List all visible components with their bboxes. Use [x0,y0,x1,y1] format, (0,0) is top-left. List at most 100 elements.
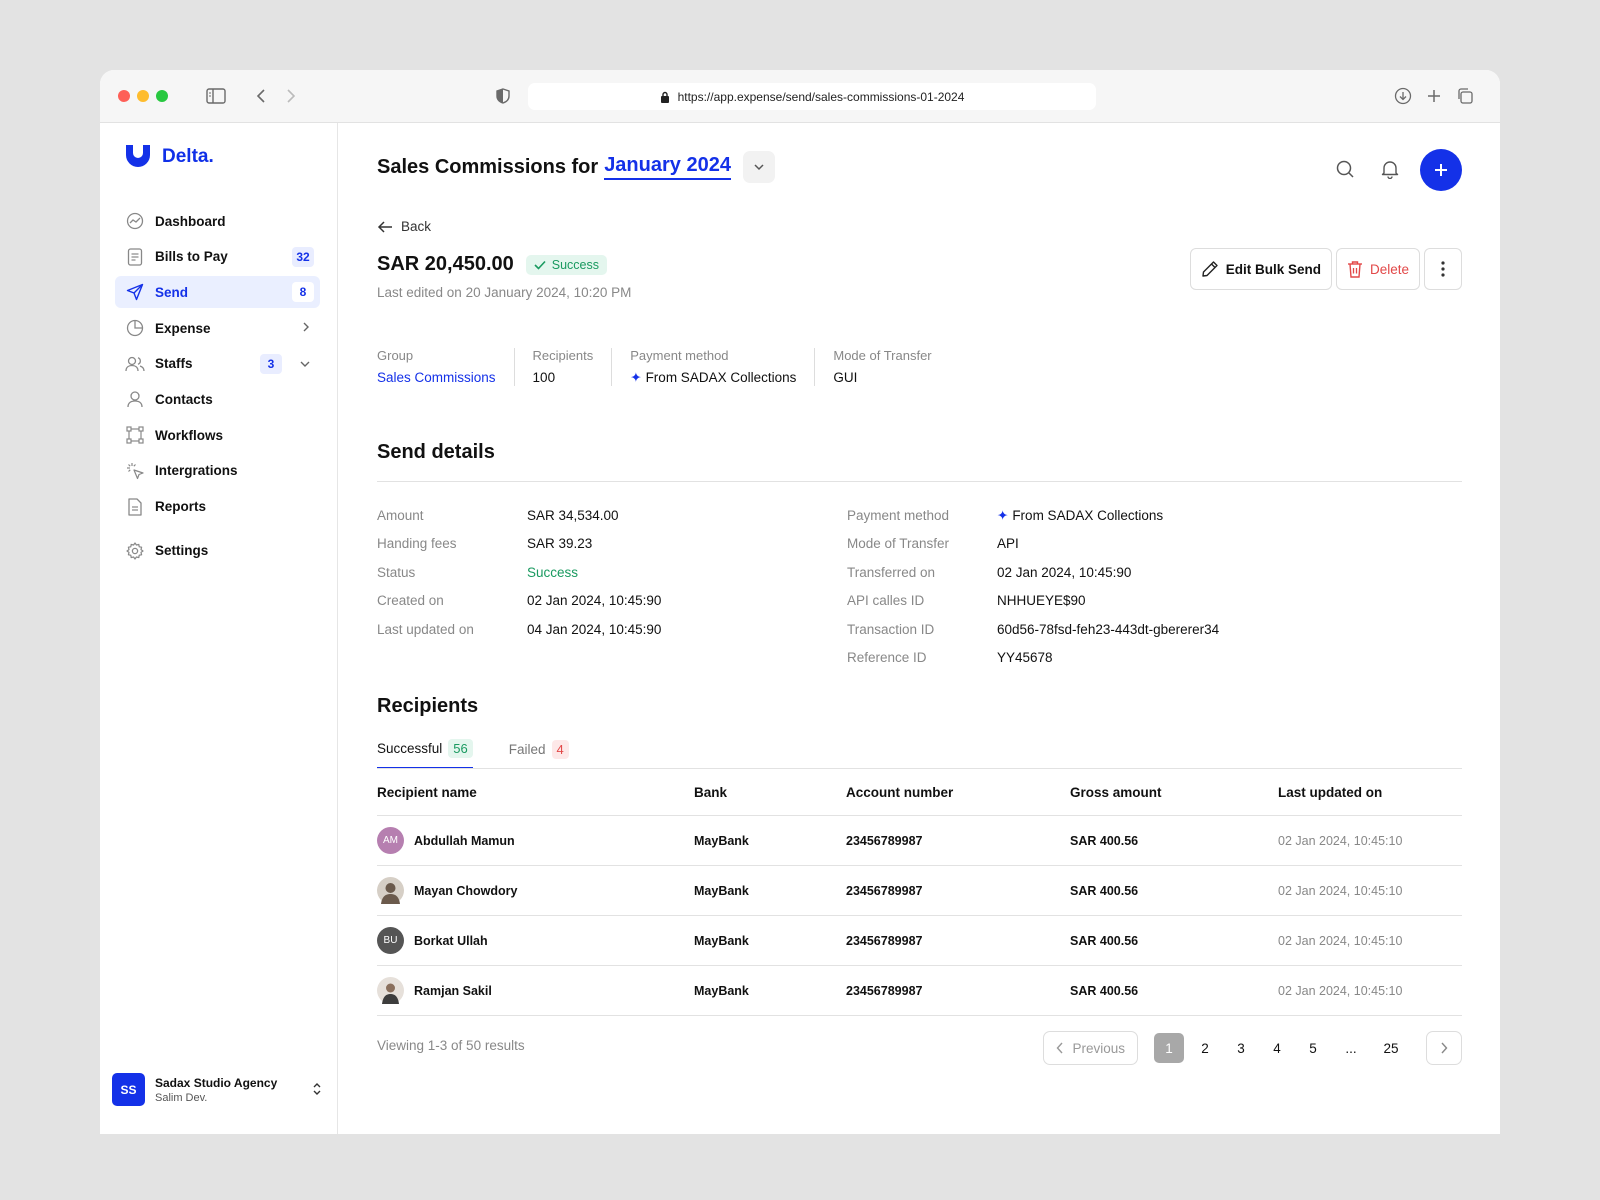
tab-label: Successful [377,741,443,756]
page-number[interactable]: 2 [1190,1033,1220,1063]
detail-value: SAR 34,534.00 [527,508,619,523]
next-page-button[interactable] [1426,1031,1462,1065]
table-header: Recipient name Bank Account number Gross… [377,768,1462,816]
page-ellipsis: ... [1345,1040,1357,1056]
sidebar-item-staffs[interactable]: Staffs 3 [115,348,320,380]
recipient-name: Abdullah Mamun [414,833,515,848]
sidebar-item-dashboard[interactable]: Dashboard [115,205,320,237]
add-button[interactable] [1420,149,1462,191]
back-nav-icon[interactable] [250,85,272,107]
more-options-button[interactable] [1424,248,1462,290]
sidebar-item-reports[interactable]: Reports [115,491,320,523]
address-bar[interactable]: https://app.expense/send/sales-commissio… [528,83,1096,110]
meta-label: Recipients [532,348,594,363]
detail-row: Mode of Transfer API [847,536,1219,564]
column-header[interactable]: Account number [846,785,1070,800]
sidebar-item-workflows[interactable]: Workflows [115,419,320,451]
browser-window: https://app.expense/send/sales-commissio… [100,70,1500,1134]
detail-value: ✦ From SADAX Collections [997,508,1163,536]
recipient-cell: Mayan Chowdory [377,877,694,904]
failed-count-badge: 4 [551,740,569,759]
amount-summary: SAR 20,450.00 Success [377,253,608,276]
close-window-button[interactable] [118,90,130,102]
page-number[interactable]: 4 [1262,1033,1292,1063]
download-icon[interactable] [1392,85,1414,107]
lock-icon [660,91,669,103]
detail-row: Transaction ID 60d56-78fsd-feh23-443dt-gb… [847,622,1219,650]
sidebar-item-settings[interactable]: Settings [115,535,320,567]
sidebar-toggle-icon[interactable] [205,85,227,107]
page-number[interactable]: 5 [1298,1033,1328,1063]
group-link[interactable]: Sales Commissions [377,370,496,385]
status-label: Success [551,257,600,272]
new-tab-icon[interactable] [1423,85,1445,107]
bills-count-badge: 32 [292,246,314,267]
minimize-window-button[interactable] [137,90,149,102]
detail-label: Payment method [847,508,950,523]
delete-label: Delete [1369,261,1409,277]
staffs-count-badge: 3 [260,353,282,374]
detail-row: Payment method ✦ From SADAX Collections [847,508,1219,536]
meta-recipients: Recipients 100 [533,348,613,386]
total-amount: SAR 20,450.00 [377,253,514,275]
workflow-icon [125,425,145,445]
chevron-up-down-icon[interactable] [312,1081,322,1099]
account-switcher[interactable]: SS Sadax Studio Agency Salim Dev. [112,1073,322,1106]
previous-page-button[interactable]: Previous [1043,1031,1138,1065]
tab-failed[interactable]: Failed 4 [509,739,569,769]
detail-label: Status [377,564,416,580]
sidebar-item-bills-to-pay[interactable]: Bills to Pay 32 [115,241,320,273]
column-header[interactable]: Bank [694,785,846,800]
back-link[interactable]: Back [377,219,431,234]
sidebar-item-send[interactable]: Send 8 [115,276,320,309]
user-name: Salim Dev. [155,1091,208,1104]
column-header[interactable]: Last updated on [1278,785,1462,800]
brand-logo[interactable]: Delta. [124,143,214,171]
account-cell: 23456789987 [846,883,923,898]
sidebar-item-expense[interactable]: Expense [115,312,320,344]
recipient-name: Ramjan Sakil [414,983,492,998]
page-number[interactable]: 3 [1226,1033,1256,1063]
period-selector-label[interactable]: January 2024 [604,154,731,180]
page-number[interactable]: 25 [1376,1033,1406,1063]
detail-value: API [997,536,1019,552]
shield-icon[interactable] [492,85,514,107]
sidebar-item-contacts[interactable]: Contacts [115,383,320,415]
detail-row: API calles ID NHHUEYE$90 [847,593,1219,621]
amount-cell: SAR 400.56 [1070,833,1139,848]
table-row[interactable]: AM Abdullah Mamun MayBank 23456789987 SA… [377,816,1462,866]
sidebar-item-intergrations[interactable]: Intergrations [115,455,320,487]
tabs-overview-icon[interactable] [1454,85,1476,107]
search-icon[interactable] [1334,158,1356,180]
recipient-cell: AM Abdullah Mamun [377,827,694,854]
updated-cell: 02 Jan 2024, 10:45:10 [1278,983,1403,998]
sidebar-item-label: Bills to Pay [155,249,228,265]
page-number[interactable]: 1 [1154,1033,1184,1063]
url-text: https://app.expense/send/sales-commissio… [677,89,965,104]
details-right-column: Payment method ✦ From SADAX Collections Mo… [847,508,1219,678]
column-header[interactable]: Gross amount [1070,785,1278,800]
action-buttons: Edit Bulk Send Delete [1189,248,1462,290]
meta-group: Group Sales Commissions [377,348,515,386]
details-left-column: Amount SAR 34,534.00 Handing fees SAR 39.2… [377,508,661,650]
forward-nav-icon[interactable] [280,85,302,107]
sidebar-item-label: Workflows [155,427,224,443]
meta-payment-method: Payment method ✦ From SADAX Collections [630,348,816,386]
table-row[interactable]: Ramjan Sakil MayBank 23456789987 SAR 400… [377,966,1462,1016]
chevron-down-icon[interactable] [300,357,310,371]
bell-icon[interactable] [1379,158,1401,180]
detail-label: Mode of Transfer [847,536,950,552]
maximize-window-button[interactable] [156,90,168,102]
edit-bulk-send-button[interactable]: Edit Bulk Send [1189,248,1332,290]
table-row[interactable]: BU Borkat Ullah MayBank 23456789987 SAR … [377,916,1462,966]
column-header[interactable]: Recipient name [377,785,694,800]
updated-cell: 02 Jan 2024, 10:45:10 [1278,883,1403,898]
delete-button[interactable]: Delete [1335,248,1420,290]
table-row[interactable]: Mayan Chowdory MayBank 23456789987 SAR 4… [377,866,1462,916]
tab-successful[interactable]: Successful 56 [377,739,473,769]
period-dropdown-button[interactable] [742,151,775,183]
chevron-right-icon[interactable] [302,321,310,335]
sidebar-item-label: Send [155,284,189,300]
title-prefix: Sales Commissions for [377,155,599,178]
pencil-icon [1202,261,1218,277]
